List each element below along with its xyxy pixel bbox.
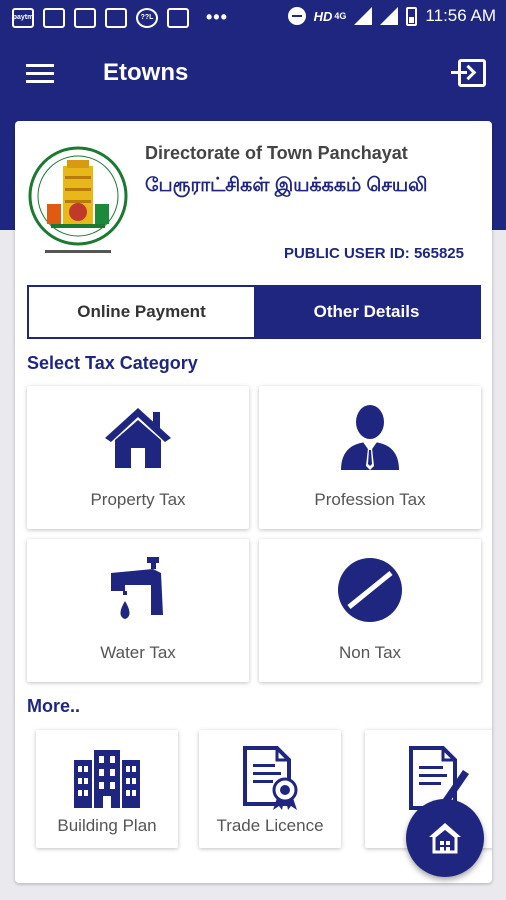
tamil-nadu-emblem-icon [28, 146, 128, 253]
property-tax-label: Property Tax [90, 490, 186, 509]
clock: 11:56 AM [425, 6, 496, 25]
logout-icon[interactable] [451, 59, 486, 87]
paytm-text: paytm [12, 14, 34, 21]
non-tax-tile[interactable]: Non Tax [259, 539, 481, 682]
public-user-id: PUBLIC USER ID: 565825 [283, 245, 464, 262]
signal-icon [354, 7, 373, 25]
non-tax-label: Non Tax [338, 643, 402, 662]
water-tax-tile[interactable]: Water Tax [27, 539, 249, 682]
property-tax-tile[interactable]: Property Tax [27, 386, 249, 529]
image-icon [167, 7, 189, 28]
battery-icon [406, 6, 418, 26]
certificate-icon [243, 746, 298, 810]
building-plan-label: Building Plan [57, 816, 157, 835]
businessman-icon [341, 405, 399, 470]
profession-tax-tile[interactable]: Profession Tax [259, 386, 481, 529]
trade-licence-tile[interactable]: Trade Licence [199, 730, 341, 848]
home-icon [429, 823, 461, 854]
no-entry-icon [338, 558, 402, 622]
network-sub: 4G [334, 11, 347, 21]
profession-tax-label: Profession Tax [314, 490, 426, 509]
status-bar: paytm ??L ••• HD 4G 11:56 AM [0, 0, 506, 36]
hamburger-menu-icon[interactable] [26, 64, 54, 84]
app-bar: Etowns [0, 36, 506, 112]
water-tap-icon [111, 557, 163, 619]
select-tax-category-title: Select Tax Category [27, 353, 198, 373]
overflow-dots: ••• [206, 7, 228, 27]
signal-icon [380, 7, 399, 25]
sms-icon: ??L [136, 7, 158, 28]
tab-other-details[interactable]: Other Details [254, 287, 479, 337]
paytm-icon: paytm [12, 7, 34, 28]
directorate-name-english: Directorate of Town Panchayat [145, 143, 408, 163]
house-icon [105, 408, 171, 468]
do-not-disturb-icon [287, 7, 306, 25]
gmail-icon [105, 7, 127, 28]
app-title: Etowns [103, 59, 189, 86]
trade-licence-label: Trade Licence [216, 816, 324, 835]
main-card: Directorate of Town Panchayat பேரூராட்சி… [15, 121, 492, 883]
notification-icons: paytm ??L ••• [12, 7, 228, 28]
water-tax-label: Water Tax [100, 643, 176, 662]
network-type: HD [313, 8, 333, 24]
message-icon [43, 7, 65, 28]
gmail-icon [74, 7, 96, 28]
building-icon [74, 750, 140, 808]
building-plan-tile[interactable]: Building Plan [36, 730, 178, 848]
more-title: More.. [27, 696, 81, 716]
directorate-name-tamil: பேரூராட்சிகள் இயக்ககம் செயலி [145, 175, 428, 196]
system-icons: HD 4G 11:56 AM [287, 6, 496, 26]
sms-text: ??L [140, 14, 154, 21]
tab-bar: Online Payment Other Details [27, 285, 481, 339]
home-fab-button[interactable] [406, 799, 484, 877]
tab-online-payment[interactable]: Online Payment [29, 287, 254, 337]
